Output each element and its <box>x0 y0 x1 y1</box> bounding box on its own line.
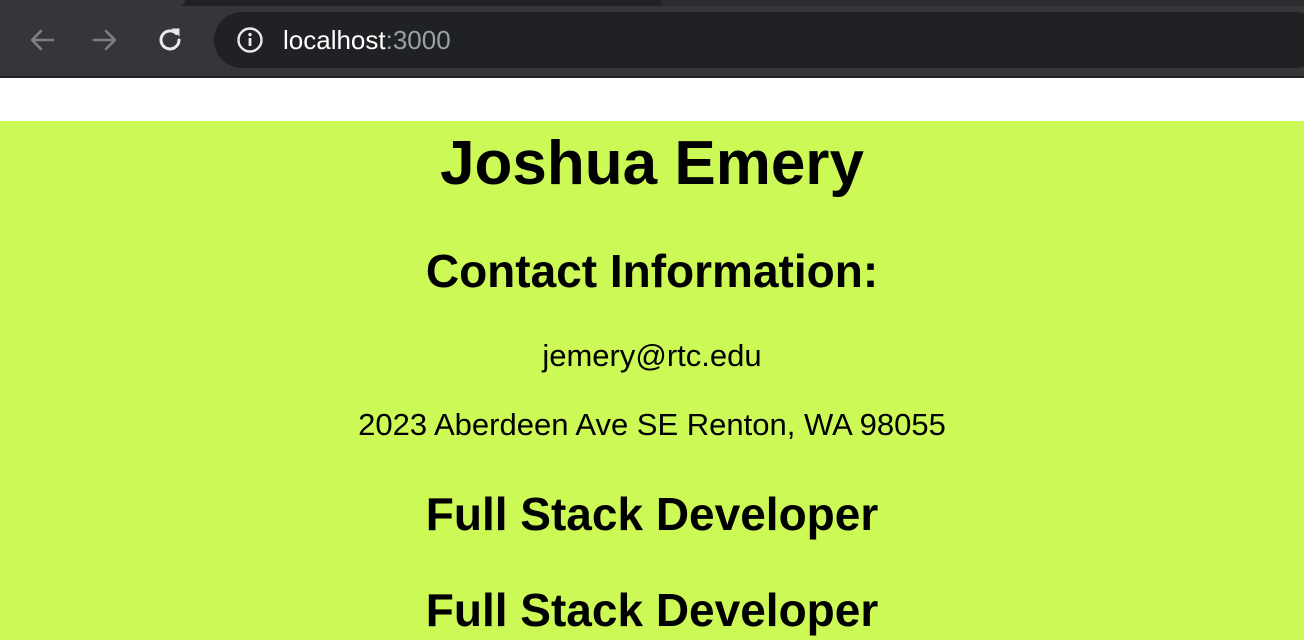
contact-address: 2023 Aberdeen Ave SE Renton, WA 98055 <box>358 407 946 442</box>
url-text[interactable]: localhost:3000 <box>283 24 451 56</box>
job-title: Full Stack Developer <box>425 488 879 540</box>
tab-strip <box>0 0 1304 6</box>
contact-email: jemery@rtc.edu <box>542 338 762 373</box>
resume-name: Joshua Emery <box>440 129 864 198</box>
inactive-tab-edge[interactable] <box>660 0 1304 6</box>
reload-icon <box>159 28 181 51</box>
reload-button[interactable] <box>148 18 192 62</box>
active-tab-edge[interactable] <box>0 0 185 6</box>
arrow-left-icon <box>30 29 55 51</box>
url-port: :3000 <box>385 25 451 55</box>
info-icon[interactable] <box>236 26 264 54</box>
url-host: localhost <box>283 25 386 55</box>
forward-button[interactable] <box>83 18 127 62</box>
job-title: Full Stack Developer <box>425 584 879 636</box>
arrow-right-icon <box>92 29 117 51</box>
address-bar[interactable]: localhost:3000 <box>214 12 1304 68</box>
page-viewport: Joshua Emery Contact Information: jemery… <box>0 78 1304 640</box>
contact-heading: Contact Information: <box>425 245 879 297</box>
resume-container: Joshua Emery Contact Information: jemery… <box>0 121 1304 640</box>
browser-toolbar: localhost:3000 <box>0 0 1304 78</box>
back-button[interactable] <box>20 18 64 62</box>
